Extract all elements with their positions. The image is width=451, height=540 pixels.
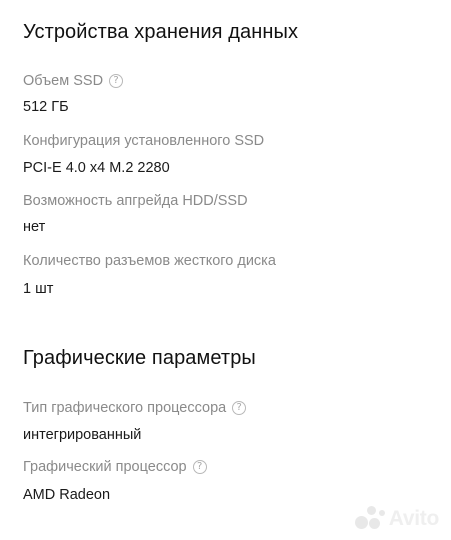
spec-value-disk-slots: 1 шт xyxy=(23,281,54,297)
spec-label-gpu-type: Тип графического процессора ? xyxy=(23,400,247,416)
question-circle-icon[interactable]: ? xyxy=(109,74,124,88)
question-circle-icon[interactable]: ? xyxy=(232,401,247,415)
spec-label-text: Объем SSD xyxy=(23,73,104,89)
avito-logo-dots-icon xyxy=(354,506,385,532)
spec-value-upgrade: нет xyxy=(23,219,46,235)
spec-label-text: Графический процессор xyxy=(23,459,187,475)
spec-label-text: Тип графического процессора xyxy=(23,400,227,416)
spec-value-gpu: AMD Radeon xyxy=(23,487,111,503)
spec-label-upgrade: Возможность апгрейда HDD/SSD xyxy=(23,193,248,209)
section-title-graphics: Графические параметры xyxy=(23,347,256,369)
spec-label-disk-slots: Количество разъемов жесткого диска xyxy=(23,253,276,269)
watermark-text: Avito xyxy=(388,507,440,530)
spec-value-ssd-volume: 512 ГБ xyxy=(23,99,69,115)
question-circle-icon[interactable]: ? xyxy=(192,460,207,474)
spec-label-text: Возможность апгрейда HDD/SSD xyxy=(23,193,248,209)
spec-label-ssd-volume: Объем SSD ? xyxy=(23,73,124,89)
specs-page: Устройства хранения данных Объем SSD ? 5… xyxy=(0,0,451,540)
spec-label-text: Конфигурация установленного SSD xyxy=(23,133,265,149)
spec-label-text: Количество разъемов жесткого диска xyxy=(23,253,276,269)
spec-value-gpu-type: интегрированный xyxy=(23,427,142,443)
avito-watermark: Avito xyxy=(354,506,440,532)
spec-label-ssd-config: Конфигурация установленного SSD xyxy=(23,133,264,149)
spec-value-ssd-config: PCI-E 4.0 x4 M.2 2280 xyxy=(23,160,170,176)
spec-label-gpu: Графический процессор ? xyxy=(23,459,207,475)
section-title-storage: Устройства хранения данных xyxy=(23,21,299,43)
